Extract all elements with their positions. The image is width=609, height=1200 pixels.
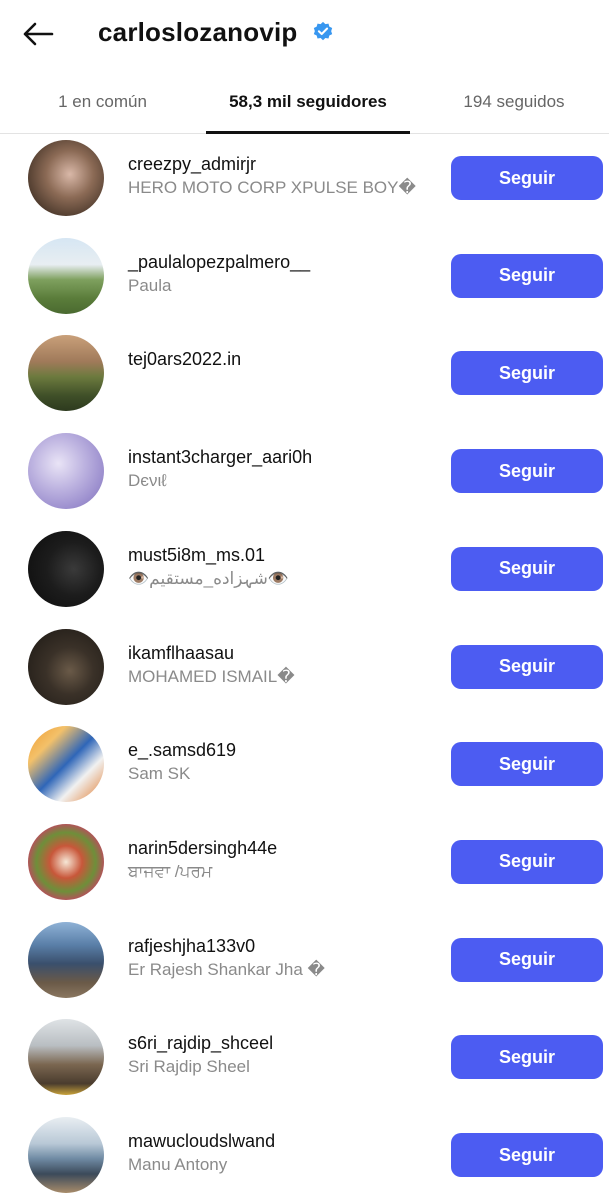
username[interactable]: must5i8m_ms.01: [128, 544, 265, 566]
avatar[interactable]: [28, 823, 104, 900]
profile-username-title: carloslozanovip: [98, 17, 298, 47]
follow-tabs: 1 en común 58,3 mil seguidores 194 segui…: [0, 74, 609, 134]
display-name: Dєνιℓ: [128, 471, 167, 491]
avatar[interactable]: [28, 530, 104, 607]
follow-button[interactable]: Seguir: [451, 1035, 603, 1080]
display-name: Er Rajesh Shankar Jha �: [128, 959, 325, 979]
display-name: MOHAMED ISMAIL�: [128, 666, 295, 686]
username[interactable]: rafjeshjha133v0: [128, 935, 255, 957]
list-item[interactable]: ikamflhaasau MOHAMED ISMAIL� Seguir: [0, 619, 609, 717]
list-item[interactable]: must5i8m_ms.01 👁️شہزاده_مستقیم👁️ Seguir: [0, 521, 609, 619]
list-item[interactable]: mawucloudslwand Manu Antony Seguir: [0, 1107, 609, 1200]
username[interactable]: creezpy_admirjr: [128, 153, 256, 175]
tab-following[interactable]: 194 seguidos: [430, 74, 598, 134]
avatar[interactable]: [28, 140, 104, 216]
avatar[interactable]: [28, 628, 104, 705]
follow-button[interactable]: Seguir: [451, 253, 603, 298]
list-item[interactable]: creezpy_admirjr HERO MOTO CORP XPULSE BO…: [0, 130, 609, 228]
username[interactable]: s6ri_rajdip_shceel: [128, 1032, 273, 1054]
top-bar: carloslozanovip: [0, 0, 609, 66]
username[interactable]: mawucloudslwand: [128, 1130, 275, 1152]
username[interactable]: instant3charger_aari0h: [128, 446, 312, 468]
follow-button[interactable]: Seguir: [451, 1133, 603, 1177]
display-name: ਬਾਜਵਾ /ਪਰਮ: [128, 861, 213, 881]
avatar[interactable]: [28, 726, 104, 803]
avatar[interactable]: [28, 1019, 104, 1096]
verified-badge-icon: [313, 21, 333, 41]
list-item[interactable]: _paulalopezpalmero__ Paula Seguir: [0, 228, 609, 326]
display-name: Sri Rajdip Sheel: [128, 1057, 250, 1077]
list-item[interactable]: tej0ars2022.in Seguir: [0, 325, 609, 423]
follow-button[interactable]: Seguir: [451, 546, 603, 591]
list-item[interactable]: instant3charger_aari0h Dєνιℓ Seguir: [0, 423, 609, 521]
display-name: Manu Antony: [128, 1155, 228, 1174]
list-item[interactable]: rafjeshjha133v0 Er Rajesh Shankar Jha � …: [0, 912, 609, 1010]
display-name: Paula: [128, 275, 172, 295]
follow-button[interactable]: Seguir: [451, 449, 603, 494]
follow-button[interactable]: Seguir: [451, 351, 603, 396]
follow-button[interactable]: Seguir: [451, 742, 603, 787]
list-item[interactable]: s6ri_rajdip_shceel Sri Rajdip Sheel Segu…: [0, 1009, 609, 1107]
tab-mutual[interactable]: 1 en común: [20, 74, 185, 134]
follow-button[interactable]: Seguir: [451, 156, 603, 200]
display-name: Sam SK: [128, 764, 191, 784]
username[interactable]: ikamflhaasau: [128, 642, 234, 664]
display-name: 👁️شہزاده_مستقیم👁️: [128, 568, 290, 588]
avatar[interactable]: [28, 1117, 104, 1193]
avatar[interactable]: [28, 237, 104, 314]
display-name: HERO MOTO CORP XPULSE BOY�: [128, 178, 416, 197]
tab-followers[interactable]: 58,3 mil seguidores: [206, 74, 410, 134]
username[interactable]: _paulalopezpalmero__: [128, 251, 310, 273]
avatar[interactable]: [28, 335, 104, 412]
username[interactable]: e_.samsd619: [128, 739, 236, 761]
list-item[interactable]: e_.samsd619 Sam SK Seguir: [0, 716, 609, 814]
follow-button[interactable]: Seguir: [451, 644, 603, 689]
follow-button[interactable]: Seguir: [451, 839, 603, 884]
follow-button[interactable]: Seguir: [451, 937, 603, 982]
back-button[interactable]: [18, 14, 58, 54]
avatar[interactable]: [28, 921, 104, 998]
arrow-left-icon: [23, 22, 54, 46]
username[interactable]: tej0ars2022.in: [128, 348, 241, 370]
list-item[interactable]: narin5dersingh44e ਬਾਜਵਾ /ਪਰਮ Seguir: [0, 814, 609, 912]
username[interactable]: narin5dersingh44e: [128, 837, 277, 859]
avatar[interactable]: [28, 433, 104, 510]
